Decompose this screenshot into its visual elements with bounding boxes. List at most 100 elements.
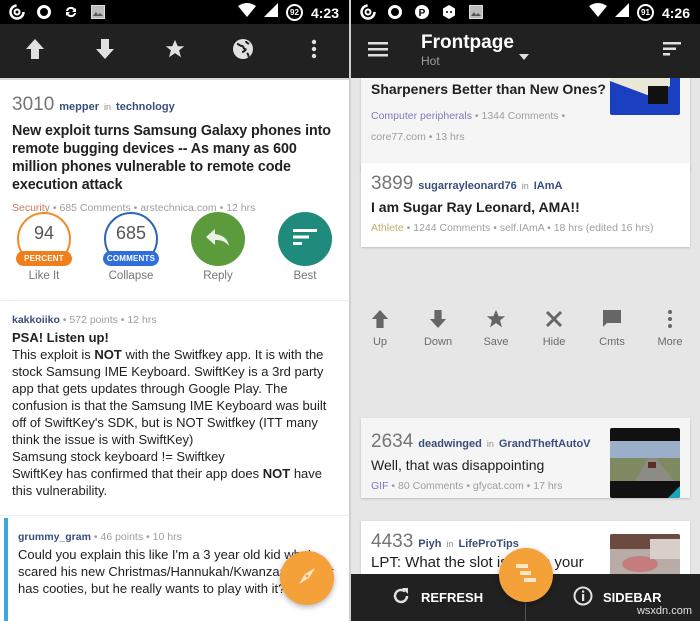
comment-points: 46 points — [100, 531, 144, 543]
post-score: 2634 — [371, 431, 414, 452]
quick-down-button[interactable]: Down — [413, 307, 463, 348]
pocketcasts-icon — [8, 3, 25, 20]
close-icon — [529, 307, 579, 331]
more-options-button[interactable] — [289, 24, 339, 78]
post-flair: Computer peripherals — [371, 110, 472, 122]
post-subreddit[interactable]: IAmA — [534, 180, 563, 192]
post-subreddit[interactable]: technology — [116, 101, 175, 113]
globe-icon — [232, 38, 254, 65]
post-score: 3899 — [371, 173, 414, 194]
post-domain: self.IAmA — [499, 222, 545, 234]
post-author[interactable]: Piyh — [418, 538, 441, 550]
more-vert-icon — [645, 307, 695, 331]
menu-button[interactable] — [353, 24, 403, 78]
post-title[interactable]: Sharpeners Better than New Ones? — [371, 80, 606, 98]
post-flair: Athlete — [371, 222, 404, 234]
post-author[interactable]: sugarrayleonard76 — [418, 180, 516, 192]
quick-actions-bar: Up Down Save Hide Cmts More — [351, 307, 700, 357]
post-title[interactable]: New exploit turns Samsung Galaxy phones … — [12, 122, 337, 194]
post-comment-count: 1244 Comments — [413, 222, 491, 234]
upvote-button[interactable] — [10, 24, 60, 78]
sort-icon — [293, 228, 317, 251]
downvote-button[interactable] — [80, 24, 130, 78]
comment-author[interactable]: kakkoiiko — [12, 314, 60, 326]
post-score: 4433 — [371, 531, 414, 552]
post-comment-count: 80 Comments — [398, 480, 464, 492]
comment-author[interactable]: grummy_gram — [18, 531, 91, 543]
subreddit-list-icon — [514, 561, 538, 590]
main-toolbar: Frontpage Hot — [351, 24, 700, 78]
downvote-icon — [413, 307, 463, 331]
upvote-icon — [25, 38, 45, 65]
comment-body: PSA! Listen up! This exploit is NOT with… — [12, 330, 327, 498]
status-bar: 92 4:23 — [0, 0, 349, 24]
watermark: wsxdn.com — [636, 605, 692, 617]
wifi-icon — [588, 3, 607, 22]
collapse-button[interactable]: 685 COMMENTS Collapse — [101, 212, 161, 282]
upvote-icon — [355, 307, 405, 331]
quick-hide-button[interactable]: Hide — [529, 307, 579, 348]
post-meta: GIF • 80 Comments • gfycat.com • 17 hrs — [371, 480, 563, 492]
dropdown-arrow-icon[interactable] — [519, 47, 529, 65]
toolbar-title: Frontpage — [421, 32, 514, 53]
wifi-icon — [237, 3, 256, 22]
navigate-fab[interactable] — [280, 551, 334, 605]
quick-up-button[interactable]: Up — [355, 307, 405, 348]
battery-indicator: 91 — [636, 4, 654, 21]
upvote-percent-badge: 94 PERCENT — [16, 212, 72, 266]
hexagon-icon — [440, 3, 457, 20]
save-button[interactable] — [150, 24, 200, 78]
clock: 4:26 — [661, 4, 690, 21]
subreddits-fab[interactable] — [499, 548, 553, 602]
post-subreddit[interactable]: LifeProTips — [459, 538, 519, 550]
hamburger-menu-icon — [368, 41, 388, 62]
circle-icon — [35, 3, 52, 20]
post-score: 3010 — [12, 94, 55, 115]
image-icon — [89, 3, 106, 20]
quick-save-button[interactable]: Save — [471, 307, 521, 348]
post-title[interactable]: Well, that was disappointing — [371, 456, 544, 474]
post-thumbnail[interactable] — [610, 428, 680, 498]
left-phone-screen: 92 4:23 3010 mepper in technology New ex… — [0, 0, 349, 621]
circle-icon — [386, 3, 403, 20]
post-age: 18 hrs (edited 16 hrs) — [553, 222, 654, 234]
comment[interactable]: kakkoiiko • 572 points • 12 hrs PSA! Lis… — [0, 314, 349, 499]
comment-icon — [587, 307, 637, 331]
post-author[interactable]: deadwinged — [418, 438, 482, 450]
open-browser-button[interactable] — [218, 24, 268, 78]
post-subreddit[interactable]: GrandTheftAutoV — [499, 438, 591, 450]
clock: 4:23 — [310, 4, 339, 21]
quick-comments-button[interactable]: Cmts — [587, 307, 637, 348]
post-meta: Computer peripherals • 1344 Comments • c… — [371, 110, 566, 143]
comment-points: 572 points — [69, 314, 118, 326]
sort-button[interactable] — [647, 24, 697, 78]
like-button[interactable]: 94 PERCENT Like It — [14, 212, 74, 282]
comment-count-badge: 685 COMMENTS — [103, 212, 159, 266]
post-card[interactable]: 2634 deadwinged in GrandTheftAutoV Well,… — [361, 418, 690, 498]
signal-icon — [614, 3, 629, 22]
refresh-button[interactable]: REFRESH — [391, 574, 483, 621]
right-phone-screen: P 91 4:26 Sharpeners Better than New One… — [351, 0, 700, 621]
subreddit-selector[interactable]: Frontpage Hot — [421, 32, 514, 68]
sync-icon — [62, 3, 79, 20]
post-card[interactable]: 3899 sugarrayleonard76 in IAmA I am Suga… — [361, 163, 690, 247]
compass-icon — [295, 564, 319, 593]
refresh-icon — [391, 586, 411, 609]
star-icon — [164, 38, 186, 65]
svg-text:P: P — [418, 8, 425, 19]
post-age: 13 hrs — [435, 131, 465, 143]
post-flair: GIF — [371, 480, 389, 492]
post-age: 17 hrs — [533, 480, 563, 492]
post-header: 3010 mepper in technology New exploit tu… — [0, 80, 349, 214]
reply-icon — [205, 227, 231, 252]
post-comment-count: 1344 Comments — [481, 110, 559, 122]
post-author[interactable]: mepper — [59, 101, 99, 113]
reply-button[interactable]: Reply — [188, 212, 248, 282]
sort-best-button[interactable]: Best — [275, 212, 335, 282]
post-actions: 94 PERCENT Like It 685 COMMENTS Collapse… — [0, 205, 349, 293]
status-bar: P 91 4:26 — [351, 0, 700, 24]
quick-more-button[interactable]: More — [645, 307, 695, 348]
star-icon — [471, 307, 521, 331]
post-title[interactable]: I am Sugar Ray Leonard, AMA!! — [371, 198, 580, 216]
info-icon — [573, 586, 593, 609]
